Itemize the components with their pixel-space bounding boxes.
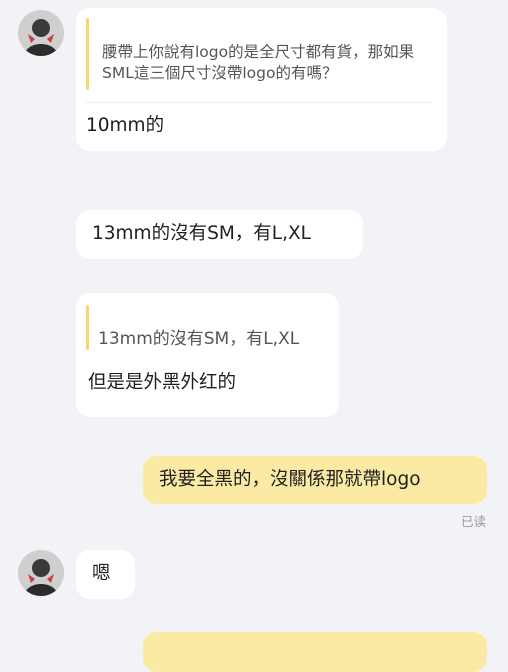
- received-message-bubble[interactable]: 13mm的沒有SM，有L,XL: [76, 210, 363, 259]
- sent-message-bubble[interactable]: 我要全黑的，沒關係那就帶logo: [143, 456, 487, 504]
- message-text: 嗯: [92, 563, 111, 584]
- quoted-message[interactable]: 腰帶上你說有logo的是全尺寸都有貨，那如果SML這三個尺寸沒帶logo的有嗎？: [86, 18, 431, 90]
- avatar-image: [18, 550, 64, 596]
- quote-divider: [86, 102, 431, 103]
- quoted-message[interactable]: 13mm的沒有SM，有L,XL: [86, 305, 323, 350]
- quoted-message-text: 腰帶上你說有logo的是全尺寸都有貨，那如果SML這三個尺寸沒帶logo的有嗎？: [102, 43, 415, 82]
- received-message-bubble[interactable]: 腰帶上你說有logo的是全尺寸都有貨，那如果SML這三個尺寸沒帶logo的有嗎？…: [76, 8, 447, 151]
- received-message-bubble[interactable]: 嗯: [76, 550, 135, 599]
- contact-avatar[interactable]: [18, 10, 64, 56]
- quoted-message-text: 13mm的沒有SM，有L,XL: [98, 329, 300, 349]
- message-text: 我要全黑的，沒關係那就帶logo: [159, 469, 421, 490]
- avatar-image: [18, 10, 64, 56]
- received-message-bubble[interactable]: 13mm的沒有SM，有L,XL 但是是外黑外红的: [76, 293, 339, 417]
- sent-message-bubble[interactable]: [143, 632, 487, 672]
- message-text: 13mm的沒有SM，有L,XL: [92, 223, 311, 244]
- read-receipt: 已读: [460, 514, 486, 529]
- message-text: 10mm的: [86, 115, 165, 136]
- contact-avatar[interactable]: [18, 550, 64, 596]
- message-text: 但是是外黑外红的: [88, 372, 237, 393]
